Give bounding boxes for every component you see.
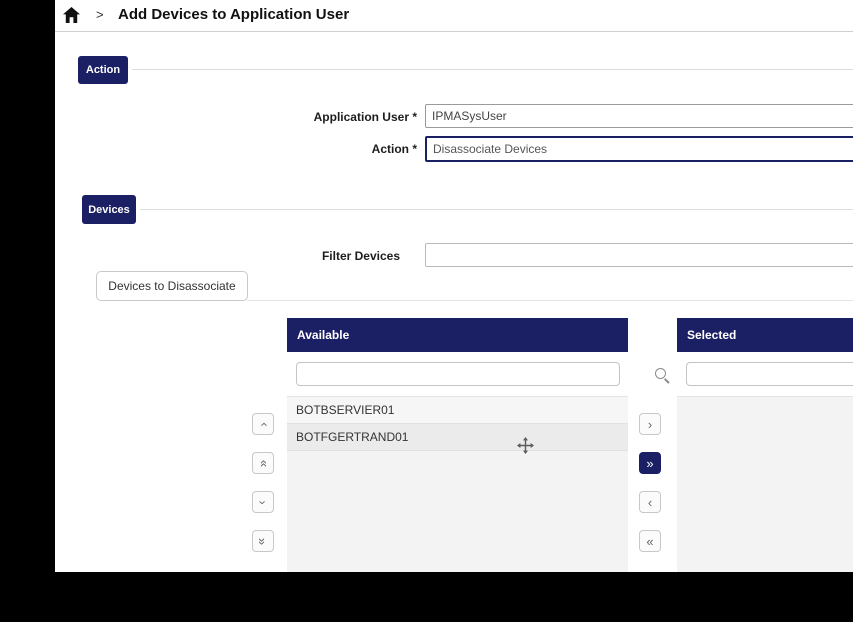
app-window: > Add Devices to Application User Action…: [55, 0, 853, 572]
chevron-double-left-icon: [646, 535, 653, 548]
move-all-left-button[interactable]: [639, 530, 661, 552]
chevron-double-up-button[interactable]: [252, 452, 274, 474]
chevron-left-icon: [648, 496, 652, 509]
chevron-double-down-button[interactable]: [252, 530, 274, 552]
breadcrumb-separator: >: [96, 7, 104, 22]
chevron-down-icon: [257, 500, 270, 504]
section-divider: [140, 209, 853, 210]
chevron-up-button[interactable]: [252, 413, 274, 435]
available-list: BOTBSERVIER01 BOTFGERTRAND01: [287, 396, 628, 572]
action-label: Action *: [225, 142, 417, 156]
list-item[interactable]: BOTBSERVIER01: [287, 397, 628, 424]
page-title: Add Devices to Application User: [118, 6, 349, 23]
selected-list: [677, 396, 853, 572]
filter-devices-input[interactable]: [425, 243, 853, 267]
move-left-button[interactable]: [639, 491, 661, 513]
header-bar: > Add Devices to Application User: [55, 0, 853, 32]
move-cursor-icon: [517, 437, 534, 454]
chevron-double-right-icon: [646, 457, 653, 470]
section-divider: [132, 69, 853, 70]
filter-devices-label: Filter Devices: [205, 249, 400, 263]
chevron-up-icon: [257, 422, 270, 426]
section-badge-devices: Devices: [82, 195, 136, 224]
search-icon: [655, 368, 666, 379]
application-user-label: Application User *: [225, 110, 417, 124]
chevron-right-icon: [648, 418, 652, 431]
action-select[interactable]: [425, 136, 853, 162]
section-badge-action: Action: [78, 56, 128, 84]
available-search-input[interactable]: [296, 362, 620, 386]
move-all-right-button[interactable]: [639, 452, 661, 474]
selected-search-input[interactable]: [686, 362, 853, 386]
group-border-line: [247, 300, 853, 301]
home-icon[interactable]: [63, 7, 80, 23]
application-user-input[interactable]: [425, 104, 853, 128]
available-panel-header: Available: [287, 318, 628, 352]
devices-group-label: Devices to Disassociate: [96, 271, 248, 301]
move-right-button[interactable]: [639, 413, 661, 435]
selected-panel-header: Selected: [677, 318, 853, 352]
chevron-down-button[interactable]: [252, 491, 274, 513]
list-item[interactable]: BOTFGERTRAND01: [287, 424, 628, 451]
chevron-double-down-icon: [256, 537, 269, 544]
chevron-double-up-icon: [256, 459, 269, 466]
